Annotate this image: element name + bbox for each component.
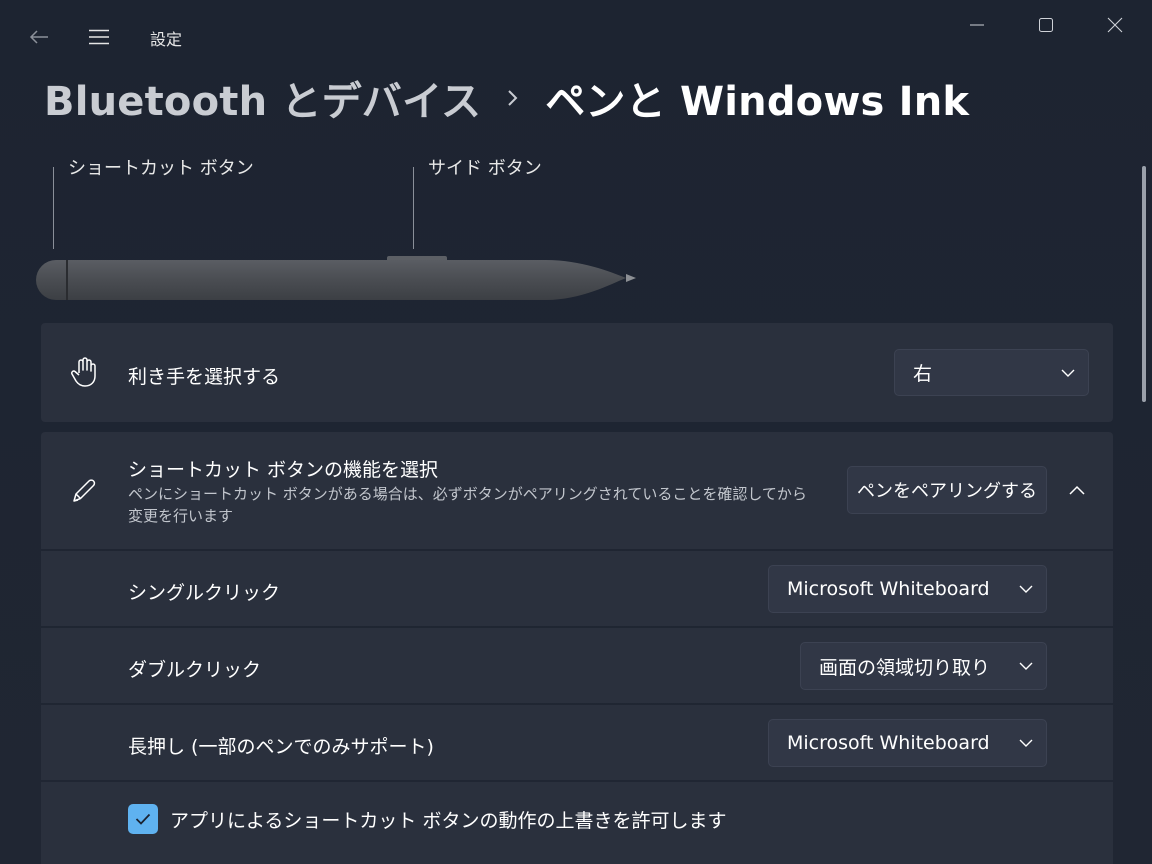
chevron-down-icon	[1006, 585, 1046, 593]
minimize-button[interactable]	[948, 6, 1006, 44]
page-title: ペンと Windows Ink	[545, 79, 970, 125]
chevron-down-icon	[1048, 369, 1088, 377]
long-press-label: 長押し (一部のペンでのみサポート)	[128, 736, 434, 758]
override-row: アプリによるショートカット ボタンの動作の上書きを許可します	[41, 782, 1113, 864]
single-click-label: シングルクリック	[128, 582, 281, 604]
shortcut-button-title: ショートカット ボタンの機能を選択	[128, 459, 439, 481]
maximize-button[interactable]	[1017, 6, 1075, 44]
double-click-dropdown[interactable]: 画面の領域切り取り	[800, 642, 1047, 690]
chevron-down-icon	[1006, 662, 1046, 670]
shortcut-button-description: ペンにショートカット ボタンがある場合は、必ずボタンがペアリングされていることを…	[128, 485, 807, 525]
handedness-dropdown-value: 右	[913, 363, 933, 385]
pen-icon	[69, 476, 99, 506]
close-button[interactable]	[1086, 6, 1144, 44]
handedness-card: 利き手を選択する 右	[41, 323, 1113, 422]
double-click-dropdown-value: 画面の領域切り取り	[819, 656, 991, 679]
single-click-row: シングルクリック Microsoft Whiteboard	[41, 551, 1113, 626]
override-checkbox-label: アプリによるショートカット ボタンの動作の上書きを許可します	[170, 810, 727, 832]
checkmark-icon	[135, 813, 151, 825]
callout-line	[53, 167, 54, 249]
pen-illustration: ショートカット ボタン サイド ボタン	[0, 150, 1140, 310]
breadcrumb: Bluetooth とデバイス ペンと Windows Ink	[44, 69, 970, 127]
single-click-dropdown-value: Microsoft Whiteboard	[787, 578, 990, 600]
collapse-button[interactable]	[1057, 470, 1097, 510]
long-press-row: 長押し (一部のペンでのみサポート) Microsoft Whiteboard	[41, 705, 1113, 780]
pen-drawing	[36, 256, 636, 300]
handedness-dropdown[interactable]: 右	[894, 349, 1089, 396]
single-click-dropdown[interactable]: Microsoft Whiteboard	[768, 565, 1047, 613]
chevron-down-icon	[1006, 739, 1046, 747]
hand-icon	[69, 357, 99, 387]
back-button[interactable]	[22, 22, 56, 52]
scrollbar-thumb[interactable]	[1142, 166, 1146, 402]
long-press-dropdown-value: Microsoft Whiteboard	[787, 732, 990, 754]
double-click-row: ダブルクリック 画面の領域切り取り	[41, 628, 1113, 703]
title-bar: 設定	[0, 0, 1152, 74]
override-checkbox[interactable]	[128, 804, 158, 834]
breadcrumb-parent-link[interactable]: Bluetooth とデバイス	[44, 69, 481, 127]
close-icon	[1107, 17, 1123, 33]
long-press-dropdown[interactable]: Microsoft Whiteboard	[768, 719, 1047, 767]
chevron-right-icon	[508, 90, 518, 106]
window-title: 設定	[150, 30, 183, 49]
back-arrow-icon	[29, 30, 48, 44]
settings-window: 設定 Bluetooth とデバイス ペンと Windows Ink ショートカ…	[0, 0, 1152, 864]
breadcrumb-separator	[507, 88, 519, 108]
minimize-icon	[970, 24, 984, 26]
maximize-icon	[1039, 18, 1053, 32]
pair-pen-button[interactable]: ペンをペアリングする	[847, 466, 1047, 514]
side-button-callout: サイド ボタン	[428, 158, 542, 179]
double-click-label: ダブルクリック	[128, 659, 262, 681]
chevron-up-icon	[1069, 485, 1085, 495]
handedness-label: 利き手を選択する	[128, 366, 281, 388]
vertical-scrollbar[interactable]	[1140, 160, 1148, 860]
navigation-menu-button[interactable]	[82, 22, 116, 52]
shortcut-button-callout: ショートカット ボタン	[68, 158, 254, 179]
callout-line	[413, 167, 414, 249]
hamburger-icon	[89, 29, 109, 45]
shortcut-button-card: ショートカット ボタンの機能を選択 ペンにショートカット ボタンがある場合は、必…	[41, 432, 1113, 549]
